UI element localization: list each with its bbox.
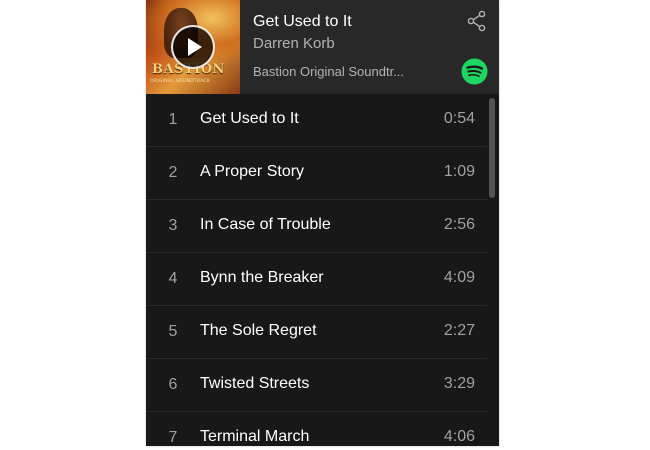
- player-header: BASTION ORIGINAL SOUNDTRACK Get Used to …: [146, 0, 499, 94]
- track-duration: 0:54: [443, 110, 475, 127]
- track-number: 5: [168, 323, 178, 340]
- track-name: A Proper Story: [200, 163, 305, 180]
- track-duration: 4:09: [443, 269, 475, 286]
- track-number: 6: [168, 376, 178, 393]
- track-row[interactable]: 5 The Sole Regret 2:27: [146, 306, 487, 359]
- cover-logo-subtext: ORIGINAL SOUNDTRACK: [150, 79, 211, 84]
- track-list: 1 Get Used to It 0:54 2 A Proper Story 1…: [146, 94, 487, 446]
- track-name: Terminal March: [200, 428, 310, 445]
- track-duration: 1:09: [443, 163, 475, 180]
- track-name: The Sole Regret: [200, 322, 317, 339]
- share-icon[interactable]: [466, 10, 488, 32]
- track-row[interactable]: 7 Terminal March 4:06: [146, 412, 487, 446]
- track-duration: 3:29: [443, 375, 475, 392]
- track-number: 1: [168, 111, 178, 128]
- track-number: 4: [168, 270, 178, 287]
- track-number: 3: [168, 217, 178, 234]
- track-number: 2: [168, 164, 178, 181]
- track-name: Get Used to It: [200, 110, 299, 127]
- album-name[interactable]: Bastion Original Soundtr...: [253, 64, 423, 79]
- track-name: In Case of Trouble: [200, 216, 331, 233]
- track-duration: 4:06: [443, 428, 475, 445]
- artist-name[interactable]: Darren Korb: [253, 35, 335, 52]
- track-number: 7: [168, 429, 178, 446]
- track-name: Bynn the Breaker: [200, 269, 324, 286]
- track-row[interactable]: 4 Bynn the Breaker 4:09: [146, 253, 487, 306]
- play-button[interactable]: [171, 25, 215, 69]
- track-row[interactable]: 3 In Case of Trouble 2:56: [146, 200, 487, 253]
- album-cover[interactable]: BASTION ORIGINAL SOUNDTRACK: [146, 0, 240, 94]
- spotify-embed-player: BASTION ORIGINAL SOUNDTRACK Get Used to …: [146, 0, 499, 446]
- track-name: Twisted Streets: [200, 375, 310, 392]
- scrollbar-thumb[interactable]: [489, 98, 495, 198]
- track-duration: 2:56: [443, 216, 475, 233]
- track-row[interactable]: 1 Get Used to It 0:54: [146, 94, 487, 147]
- play-icon: [188, 38, 202, 56]
- spotify-logo-icon[interactable]: [461, 58, 488, 85]
- track-row[interactable]: 6 Twisted Streets 3:29: [146, 359, 487, 412]
- track-title[interactable]: Get Used to It: [253, 13, 352, 31]
- track-duration: 2:27: [443, 322, 475, 339]
- tracklist-scrollbar[interactable]: [487, 94, 499, 446]
- track-row[interactable]: 2 A Proper Story 1:09: [146, 147, 487, 200]
